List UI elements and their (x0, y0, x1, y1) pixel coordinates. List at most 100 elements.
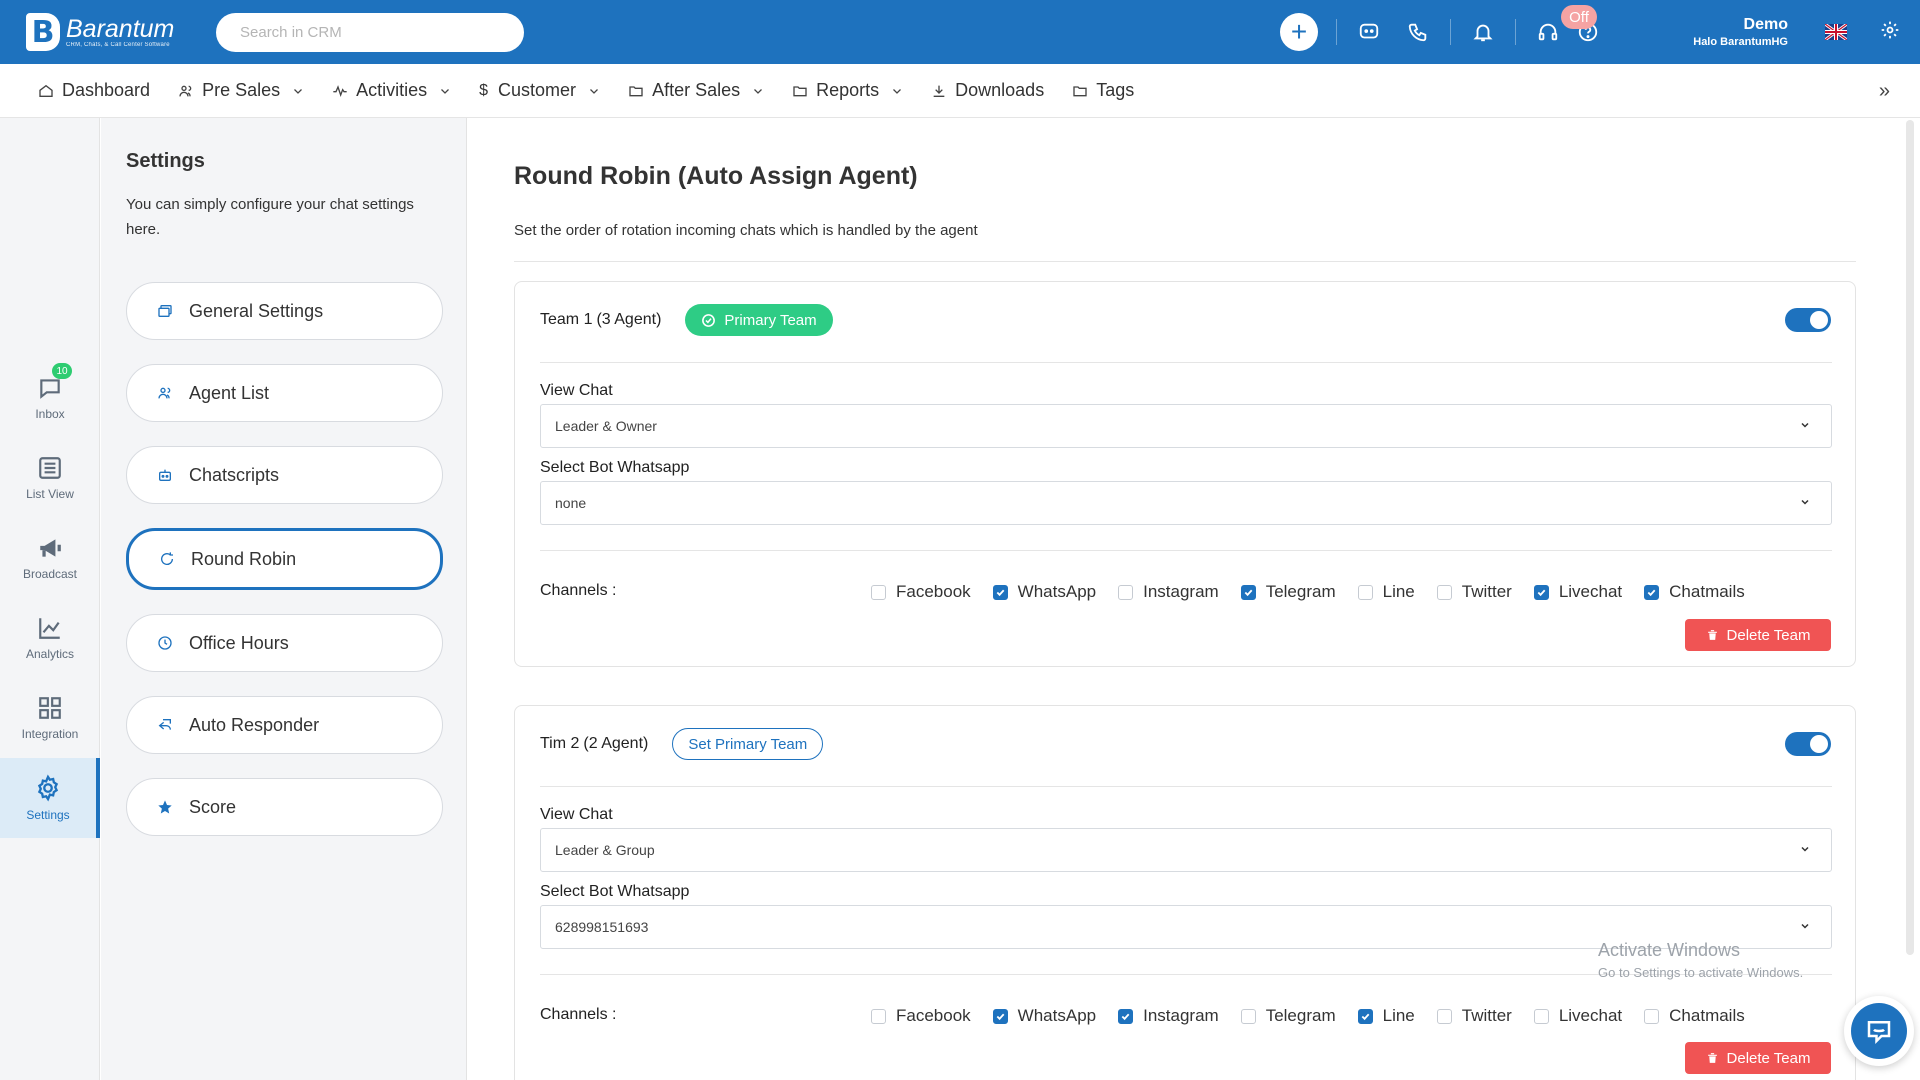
checkbox-checked[interactable] (1357, 1008, 1373, 1024)
chevron-down-icon (893, 88, 902, 94)
main-content: Round Robin (Auto Assign Agent) Set the … (468, 118, 1904, 1080)
settings-chatscripts-button[interactable]: Chatscripts (126, 446, 443, 504)
grid-icon (39, 697, 61, 719)
channels-group: Facebook WhatsApp Instagram Telegram Lin… (871, 582, 1767, 602)
team-enabled-toggle[interactable] (1785, 308, 1831, 332)
select-bot-label: Select Bot Whatsapp (540, 883, 690, 900)
checkbox[interactable] (1118, 584, 1134, 600)
left-rail: 10 Inbox List View Broadcast Analytics I… (0, 118, 100, 1080)
home-icon (39, 84, 53, 97)
channel-whatsapp-checkbox[interactable]: WhatsApp (992, 1006, 1096, 1026)
menu-reports[interactable]: Reports (792, 80, 903, 101)
settings-auto-responder-button[interactable]: Auto Responder (126, 696, 443, 754)
channel-instagram-checkbox[interactable]: Instagram (1118, 1006, 1219, 1026)
settings-panel: Settings You can simply configure your c… (101, 118, 467, 1080)
rail-integration[interactable]: Integration (0, 678, 100, 758)
view-chat-select[interactable]: Leader & Owner (540, 404, 1832, 448)
bell-icon[interactable] (1469, 18, 1497, 46)
phone-icon[interactable] (1404, 18, 1432, 46)
channels-group: Facebook WhatsApp Instagram Telegram Lin… (871, 1006, 1767, 1026)
trash-icon (1707, 1053, 1717, 1063)
checkbox[interactable] (871, 1008, 886, 1024)
list-icon (39, 457, 61, 479)
logo-mark: B (26, 13, 60, 51)
channel-telegram-checkbox[interactable]: Telegram (1240, 582, 1336, 602)
chat-widget-button[interactable] (1844, 996, 1914, 1066)
checkbox[interactable] (1240, 1008, 1256, 1024)
folder-icon (793, 85, 807, 96)
view-chat-select[interactable]: Leader & Group (540, 828, 1832, 872)
chart-icon (39, 618, 60, 639)
brand-logo[interactable]: B Barantum CRM, Chats, & Call Center Sof… (26, 13, 194, 51)
checkbox-checked[interactable] (1644, 584, 1660, 600)
uk-flag-icon[interactable] (1825, 24, 1847, 40)
settings-general-button[interactable]: General Settings (126, 282, 443, 340)
rail-list-view[interactable]: List View (0, 438, 100, 518)
channel-facebook-checkbox[interactable]: Facebook (871, 582, 971, 602)
chevron-down-icon (590, 88, 599, 94)
menu-after-sales[interactable]: After Sales (628, 80, 764, 101)
settings-score-button[interactable]: Score (126, 778, 443, 836)
expand-menu-icon[interactable]: » (1879, 80, 1890, 103)
page-scrollbar[interactable] (1906, 120, 1914, 955)
download-icon (933, 85, 945, 97)
checkbox[interactable] (1436, 584, 1452, 600)
reply-icon (158, 719, 171, 730)
menu-tags[interactable]: Tags (1072, 80, 1134, 101)
rail-broadcast[interactable]: Broadcast (0, 518, 100, 598)
rail-inbox[interactable]: 10 Inbox (0, 358, 100, 438)
headset-icon[interactable] (1534, 18, 1562, 46)
checkbox-checked[interactable] (992, 1008, 1008, 1024)
delete-team-button[interactable]: Delete Team (1685, 619, 1831, 651)
channel-whatsapp-checkbox[interactable]: WhatsApp (992, 582, 1096, 602)
rail-analytics[interactable]: Analytics (0, 598, 100, 678)
trash-icon (1707, 630, 1717, 640)
menu-activities[interactable]: Activities (332, 80, 451, 101)
channel-twitter-checkbox[interactable]: Twitter (1436, 1006, 1512, 1026)
checkbox[interactable] (1357, 584, 1373, 600)
channel-instagram-checkbox[interactable]: Instagram (1118, 582, 1219, 602)
checkbox[interactable] (871, 584, 886, 600)
menu-customer[interactable]: $ Customer (479, 80, 600, 101)
chat-bubble-icon[interactable] (1355, 18, 1383, 46)
status-badge[interactable]: Off (1561, 5, 1597, 29)
checkbox[interactable] (1533, 1008, 1549, 1024)
settings-agent-list-button[interactable]: Agent List (126, 364, 443, 422)
channel-chatmails-checkbox[interactable]: Chatmails (1644, 1006, 1745, 1026)
user-menu[interactable]: Demo Halo BarantumHG (1678, 16, 1788, 48)
chat-widget-icon (1867, 1021, 1891, 1045)
channel-telegram-checkbox[interactable]: Telegram (1240, 1006, 1336, 1026)
channel-facebook-checkbox[interactable]: Facebook (871, 1006, 971, 1026)
channels-label: Channels : (540, 1006, 617, 1023)
checkbox[interactable] (1644, 1008, 1660, 1024)
channel-line-checkbox[interactable]: Line (1357, 582, 1415, 602)
select-bot-select[interactable]: none (540, 481, 1832, 525)
user-name: Demo (1743, 16, 1788, 33)
search-input[interactable] (216, 12, 524, 52)
checkbox-checked[interactable] (1533, 584, 1549, 600)
menu-dashboard[interactable]: Dashboard (38, 80, 150, 101)
delete-team-button[interactable]: Delete Team (1685, 1042, 1831, 1074)
check-circle-icon (702, 313, 716, 327)
channel-twitter-checkbox[interactable]: Twitter (1436, 582, 1512, 602)
inbox-badge: 10 (52, 363, 72, 379)
channel-line-checkbox[interactable]: Line (1357, 1006, 1415, 1026)
channel-livechat-checkbox[interactable]: Livechat (1533, 582, 1622, 602)
settings-gear-icon[interactable] (1880, 20, 1900, 45)
checkbox-checked[interactable] (1240, 584, 1256, 600)
set-primary-team-button[interactable]: Set Primary Team (672, 728, 824, 760)
rail-settings[interactable]: Settings (0, 758, 100, 838)
checkbox-checked[interactable] (1118, 1008, 1134, 1024)
activity-icon (333, 84, 347, 97)
settings-round-robin-button[interactable]: Round Robin (126, 528, 443, 590)
primary-team-badge: Primary Team (685, 304, 833, 336)
checkbox-checked[interactable] (992, 584, 1008, 600)
checkbox[interactable] (1436, 1008, 1452, 1024)
channel-livechat-checkbox[interactable]: Livechat (1533, 1006, 1622, 1026)
menu-downloads[interactable]: Downloads (931, 80, 1044, 101)
channel-chatmails-checkbox[interactable]: Chatmails (1644, 582, 1745, 602)
team-enabled-toggle[interactable] (1785, 732, 1831, 756)
menu-pre-sales[interactable]: Pre Sales (178, 80, 304, 101)
settings-office-hours-button[interactable]: Office Hours (126, 614, 443, 672)
add-button[interactable]: + (1280, 13, 1318, 51)
